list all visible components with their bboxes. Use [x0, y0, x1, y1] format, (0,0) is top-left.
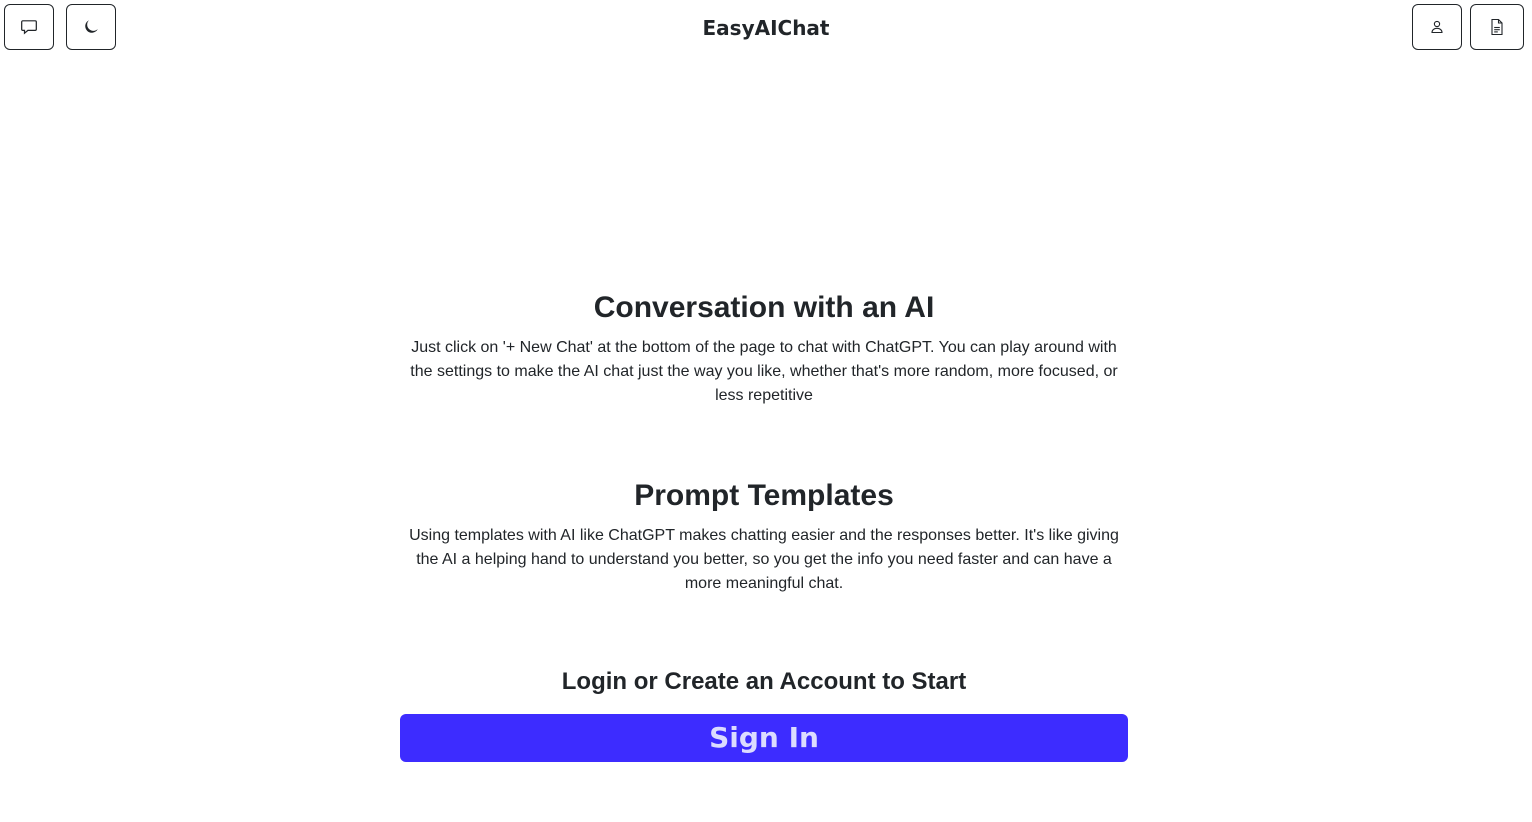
page: EasyAIChat Conversation with an AI Just … [0, 0, 1532, 822]
sign-in-button[interactable]: Sign In [400, 714, 1128, 762]
document-icon [1489, 18, 1505, 36]
app-title-container: EasyAIChat [0, 14, 1532, 42]
chat-bubble-icon [20, 18, 38, 36]
login-prompt: Login or Create an Account to Start [561, 668, 967, 695]
account-button[interactable] [1412, 4, 1462, 50]
theme-toggle-button[interactable] [66, 4, 116, 50]
moon-icon [83, 19, 99, 35]
documents-button[interactable] [1470, 4, 1524, 50]
app-title: EasyAIChat [702, 16, 830, 40]
section-heading: Prompt Templates [634, 479, 894, 512]
section-conversation: Conversation with an AI Just click on '+… [400, 288, 1128, 408]
user-icon [1429, 19, 1445, 35]
login-section: Login or Create an Account to Start Sign… [400, 664, 1128, 762]
top-bar: EasyAIChat [0, 0, 1532, 56]
section-body: Using templates with AI like ChatGPT mak… [409, 527, 1119, 592]
chat-toggle-button[interactable] [4, 4, 54, 50]
section-heading: Conversation with an AI [593, 291, 935, 324]
section-body: Just click on '+ New Chat' at the bottom… [410, 339, 1118, 404]
section-prompt-templates: Prompt Templates Using templates with AI… [400, 476, 1128, 596]
